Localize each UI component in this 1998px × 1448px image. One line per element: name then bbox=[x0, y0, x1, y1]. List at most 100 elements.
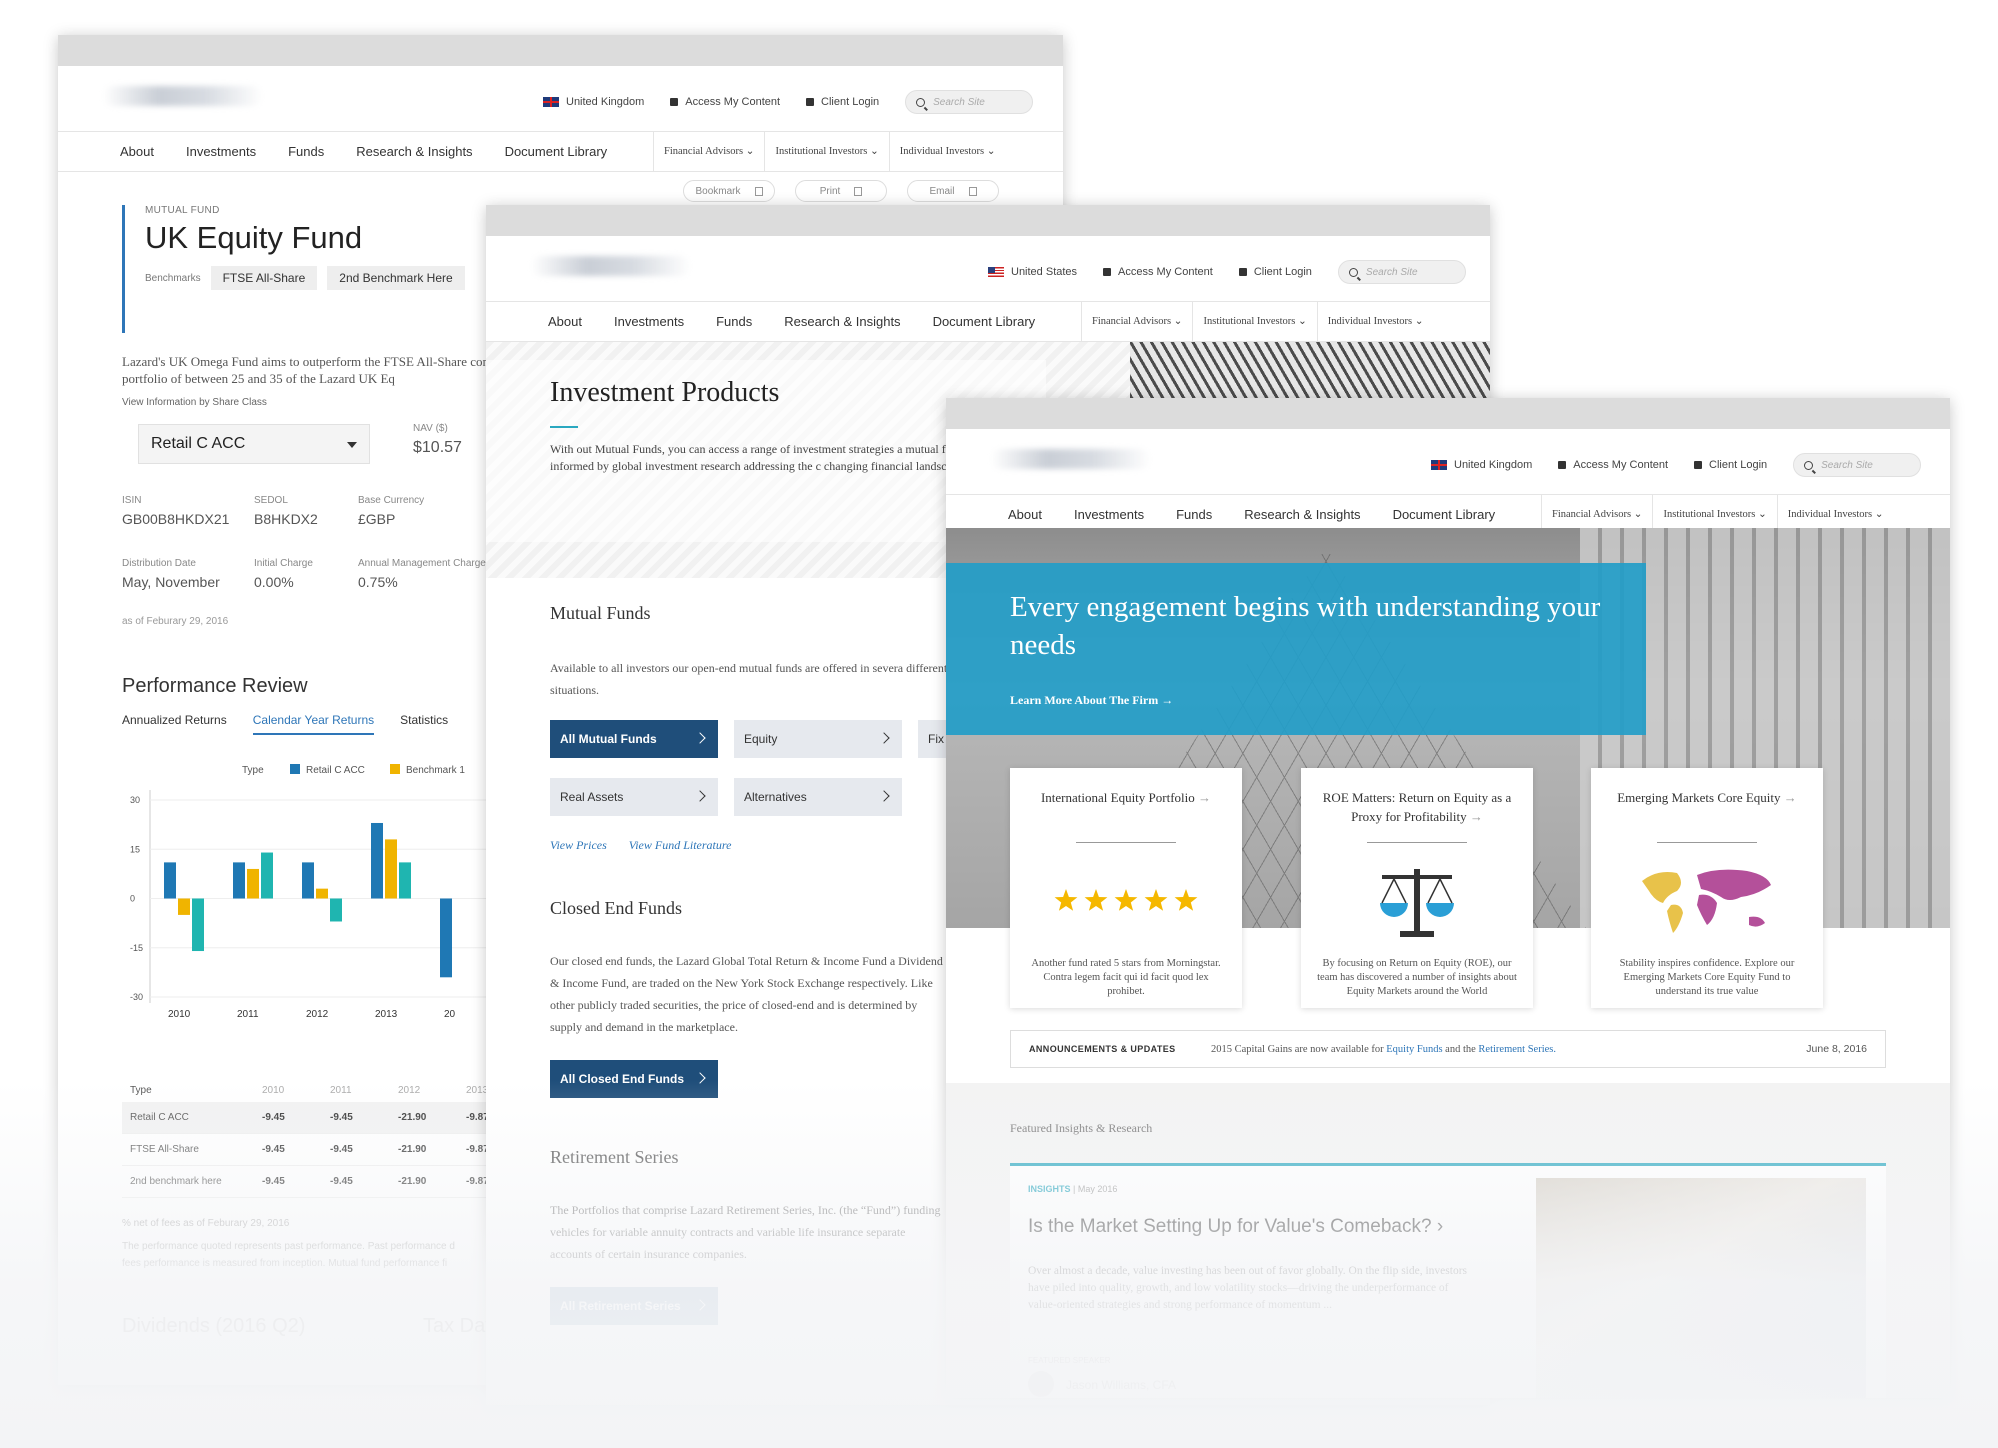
nav-individual-investors[interactable]: Individual Investors ⌄ bbox=[1316, 302, 1434, 341]
search-input[interactable]: Search Site bbox=[1337, 260, 1466, 284]
five-star-rating-icon bbox=[1054, 889, 1198, 911]
lock-icon bbox=[1238, 268, 1247, 276]
utility-bar: United States Access My Content Client L… bbox=[486, 236, 1490, 302]
insight-description: Over almost a decade, value investing ha… bbox=[1028, 1265, 1468, 1311]
announcements-label: ANNOUNCEMENTS & UPDATES bbox=[1029, 1044, 1176, 1054]
bar bbox=[192, 898, 204, 952]
insight-card[interactable]: INSIGHTS | May 2016 Is the Market Settin… bbox=[1010, 1163, 1886, 1398]
share-class-select[interactable]: Retail C ACC bbox=[138, 424, 370, 464]
region-selector[interactable]: United States bbox=[988, 266, 1077, 278]
search-icon bbox=[1348, 267, 1358, 277]
search-icon bbox=[916, 97, 926, 107]
region-selector[interactable]: United Kingdom bbox=[543, 96, 644, 108]
hero-description: With out Mutual Funds, you can access a … bbox=[550, 442, 987, 473]
table-header: Type 2010 2011 2012 2013 bbox=[130, 1084, 489, 1096]
nav-research[interactable]: Research & Insights bbox=[784, 314, 900, 329]
performance-table: Type 2010 2011 2012 2013 Retail C ACC -9… bbox=[122, 1078, 542, 1198]
utility-bar: United Kingdom Access My Content Client … bbox=[946, 429, 1950, 495]
big-ben-umbrella-photo bbox=[1536, 1178, 1866, 1398]
alternatives-button[interactable]: Alternatives bbox=[734, 778, 902, 816]
client-login-link[interactable]: Client Login bbox=[806, 96, 879, 108]
nav-document-library[interactable]: Document Library bbox=[505, 144, 608, 159]
nav-about[interactable]: About bbox=[548, 314, 582, 329]
star-icon bbox=[1144, 889, 1168, 911]
nav-institutional-investors[interactable]: Institutional Investors ⌄ bbox=[1192, 302, 1316, 341]
nav-research[interactable]: Research & Insights bbox=[356, 144, 472, 159]
access-my-content-link[interactable]: Access My Content bbox=[1558, 459, 1668, 471]
retirement-series-link[interactable]: Retirement Series. bbox=[1478, 1044, 1556, 1055]
real-assets-button[interactable]: Real Assets bbox=[550, 778, 718, 816]
nav-document-library[interactable]: Document Library bbox=[1393, 507, 1496, 522]
bar bbox=[261, 852, 273, 899]
print-button[interactable]: Print bbox=[795, 180, 887, 202]
equity-funds-link[interactable]: Equity Funds bbox=[1386, 1044, 1442, 1055]
logo[interactable] bbox=[991, 449, 1151, 469]
fact-base-currency: Base Currency £GBP bbox=[358, 495, 425, 527]
access-my-content-link[interactable]: Access My Content bbox=[1103, 266, 1213, 278]
bar bbox=[247, 868, 259, 899]
nav-document-library[interactable]: Document Library bbox=[933, 314, 1036, 329]
feature-card[interactable]: ROE Matters: Return on Equity as a Proxy… bbox=[1301, 768, 1533, 1008]
speaker-name: Jason Williams, CFA bbox=[1066, 1378, 1177, 1392]
access-my-content-link[interactable]: Access My Content bbox=[670, 96, 780, 108]
bar bbox=[233, 862, 245, 899]
view-prices-link[interactable]: View Prices bbox=[550, 838, 607, 853]
nav-funds[interactable]: Funds bbox=[1176, 507, 1212, 522]
tab-calendar-year-returns[interactable]: Calendar Year Returns bbox=[252, 713, 375, 735]
logo[interactable] bbox=[531, 256, 691, 276]
fact-sedol: SEDOL B8HKDX2 bbox=[254, 495, 318, 527]
nav-financial-advisors[interactable]: Financial Advisors ⌄ bbox=[653, 132, 764, 171]
star-icon bbox=[1054, 889, 1078, 911]
nav-about[interactable]: About bbox=[1008, 507, 1042, 522]
nav-investments[interactable]: Investments bbox=[1074, 507, 1144, 522]
nav-funds[interactable]: Funds bbox=[716, 314, 752, 329]
search-input[interactable]: Search Site bbox=[1793, 453, 1922, 477]
email-button[interactable]: Email bbox=[907, 180, 999, 202]
legend-swatch bbox=[290, 764, 300, 774]
nav-about[interactable]: About bbox=[120, 144, 154, 159]
closed-end-funds-title: Closed End Funds bbox=[550, 898, 683, 918]
bookmark-button[interactable]: Bookmark bbox=[683, 180, 775, 202]
nav-financial-advisors[interactable]: Financial Advisors ⌄ bbox=[1081, 302, 1192, 341]
nav-research[interactable]: Research & Insights bbox=[1244, 507, 1360, 522]
view-fund-literature-link[interactable]: View Fund Literature bbox=[629, 838, 732, 853]
arrow-right-icon: → bbox=[1198, 790, 1212, 805]
nav-institutional-investors[interactable]: Institutional Investors ⌄ bbox=[764, 132, 888, 171]
learn-more-link[interactable]: Learn More About The Firm → bbox=[1010, 693, 1173, 708]
share-class-label: View Information by Share Class bbox=[122, 397, 267, 408]
table-row: FTSE All-Share -9.45 -9.45 -21.90 -9.87 bbox=[122, 1134, 542, 1166]
all-closed-end-funds-button[interactable]: All Closed End Funds bbox=[550, 1060, 718, 1098]
page-title: Investment Products bbox=[550, 377, 780, 408]
client-login-link[interactable]: Client Login bbox=[1238, 266, 1312, 278]
bookmark-icon bbox=[754, 186, 763, 196]
client-login-link[interactable]: Client Login bbox=[1694, 459, 1767, 471]
featured-title: Featured Insights & Research bbox=[1010, 1121, 1153, 1135]
nav-investments[interactable]: Investments bbox=[614, 314, 684, 329]
feature-card[interactable]: International Equity Portfolio → Another… bbox=[1010, 768, 1242, 1008]
fund-kicker: MUTUAL FUND bbox=[145, 205, 220, 216]
fund-header: MUTUAL FUND UK Equity Fund Benchmarks FT… bbox=[122, 205, 465, 333]
feature-card[interactable]: Emerging Markets Core Equity → Stability… bbox=[1591, 768, 1823, 1008]
bar bbox=[330, 898, 342, 922]
y-tick-label: 30 bbox=[130, 795, 140, 805]
logo[interactable] bbox=[103, 86, 263, 106]
search-input[interactable]: Search Site bbox=[905, 90, 1034, 114]
nav-individual-investors[interactable]: Individual Investors ⌄ bbox=[888, 132, 1006, 171]
benchmark-pill: FTSE All-Share bbox=[210, 266, 318, 290]
x-tick-label: 20 bbox=[444, 1009, 456, 1020]
avatar bbox=[1028, 1371, 1054, 1397]
browser-chrome bbox=[486, 205, 1490, 236]
chevron-right-icon bbox=[878, 732, 890, 744]
nav-investments[interactable]: Investments bbox=[186, 144, 256, 159]
uk-flag-icon bbox=[1431, 460, 1447, 470]
tab-annualized-returns[interactable]: Annualized Returns bbox=[122, 713, 227, 735]
region-selector[interactable]: United Kingdom bbox=[1431, 459, 1532, 471]
nav-funds[interactable]: Funds bbox=[288, 144, 324, 159]
all-mutual-funds-button[interactable]: All Mutual Funds bbox=[550, 720, 718, 758]
arrow-right-icon: → bbox=[1783, 790, 1797, 805]
tab-statistics[interactable]: Statistics bbox=[400, 713, 448, 735]
bar bbox=[371, 822, 383, 899]
equity-button[interactable]: Equity bbox=[734, 720, 902, 758]
uk-flag-icon bbox=[543, 97, 559, 107]
all-retirement-series-button[interactable]: All Retirement Series bbox=[550, 1287, 718, 1325]
